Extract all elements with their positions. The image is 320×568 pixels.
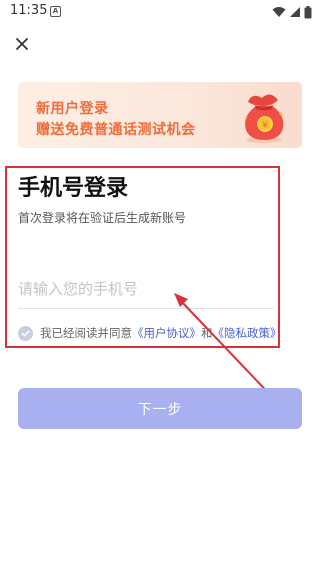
page-subtitle: 首次登录将在验证后生成新账号 bbox=[18, 211, 187, 225]
signal-icon bbox=[290, 7, 300, 17]
page-title: 手机号登录 bbox=[18, 176, 129, 201]
promo-subtitle: 赠送免费普通话测试机会 bbox=[36, 122, 196, 138]
agreement-text: 我已经阅读并同意 bbox=[40, 326, 132, 340]
promo-banner[interactable]: 新用户登录 赠送免费普通话测试机会 ¥ bbox=[18, 82, 302, 148]
status-bar: 11:35 A bbox=[0, 0, 320, 24]
status-time: 11:35 bbox=[10, 3, 48, 18]
close-icon bbox=[16, 38, 28, 50]
agree-checkbox[interactable] bbox=[18, 325, 33, 341]
phone-number-input[interactable] bbox=[18, 274, 272, 304]
battery-icon bbox=[304, 5, 312, 18]
wifi-icon bbox=[272, 7, 286, 17]
agreement-conjunction: 和 bbox=[201, 326, 213, 340]
svg-text:¥: ¥ bbox=[262, 121, 267, 130]
input-underline bbox=[18, 308, 274, 309]
status-icons bbox=[272, 5, 312, 19]
privacy-policy-link[interactable]: 《隐私政策》 bbox=[213, 325, 282, 341]
user-agreement-link[interactable]: 《用户协议》 bbox=[132, 325, 201, 341]
check-icon bbox=[21, 329, 30, 336]
agreement-row: 我已经阅读并同意 《用户协议》 和 《隐私政策》 bbox=[18, 324, 282, 342]
notification-a-icon: A bbox=[50, 6, 61, 17]
next-step-button[interactable]: 下一步 bbox=[18, 388, 302, 429]
promo-title: 新用户登录 bbox=[36, 101, 109, 117]
close-button[interactable] bbox=[10, 32, 34, 56]
money-bag-icon: ¥ bbox=[244, 94, 284, 143]
